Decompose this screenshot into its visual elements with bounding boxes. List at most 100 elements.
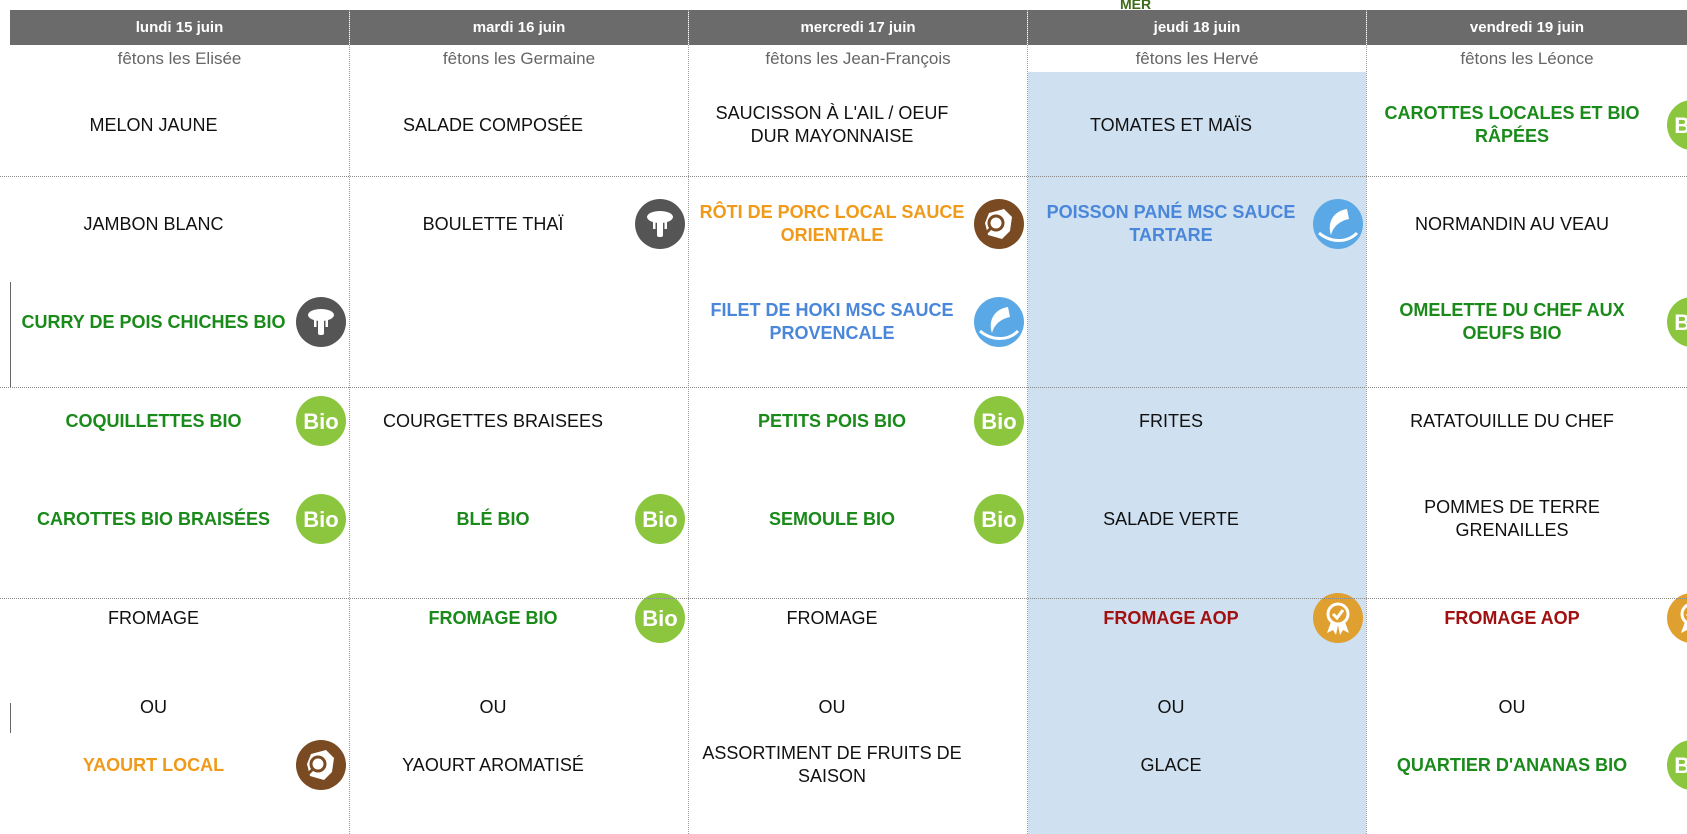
day-menu: CAROTTES LOCALES ET BIO RÂPÉES Bio NORMAN… [1367,72,1687,834]
saint-of-day: fêtons les Hervé [1028,45,1366,72]
section-divider [0,598,1687,599]
svg-text:Bio: Bio [303,409,338,434]
local-france-icon [974,199,1024,249]
menu-slot: BLÉ BIO Bio [350,466,688,572]
section-divider [0,176,1687,177]
aop-medal-icon [1667,593,1687,643]
menu-item: MELON JAUNE [89,114,218,135]
svg-text:Bio: Bio [981,507,1016,532]
menu-item: GLACE [1140,754,1202,775]
menu-item: NORMANDIN AU VEAU [1414,213,1610,234]
svg-text:Bio: Bio [1674,113,1687,138]
menu-slot: ASSORTIMENT DE FRUITS DE SAISON [689,712,1027,818]
menu-slot: JAMBON BLANC [10,171,349,277]
msc-fish-icon [974,297,1024,347]
bio-icon: Bio [635,494,685,544]
menu-slot: FROMAGE [10,565,349,671]
menu-slot: RÔTI DE PORC LOCAL SAUCE ORIENTALE [689,171,1027,277]
day-header: lundi 15 juin [10,10,349,45]
menu-item: QUARTIER D'ANANAS BIO [1396,754,1628,775]
day-column-tuesday: mardi 16 juin fêtons les Germaine SALADE… [349,10,688,834]
aop-medal-icon [1313,593,1363,643]
bio-icon: Bio [296,494,346,544]
menu-slot: CAROTTES BIO BRAISÉES Bio [10,466,349,572]
day-header: jeudi 18 juin [1028,10,1366,45]
bio-icon: Bio [1667,740,1687,790]
section-divider [0,387,1687,388]
menu-slot: SAUCISSON À L'AIL / OEUF DUR MAYONNAISE [689,72,1027,178]
menu-item: JAMBON BLANC [83,213,224,234]
menu-slot: COQUILLETTES BIO Bio [10,368,349,474]
bio-icon: Bio [974,396,1024,446]
veggie-icon [296,297,346,347]
svg-text:Bio: Bio [1674,310,1687,335]
divider [10,703,11,733]
menu-slot: FROMAGE AOP [1028,565,1366,671]
menu-slot: FROMAGE BIO Bio [350,565,688,671]
menu-item: FROMAGE [107,607,199,628]
day-header: mardi 16 juin [350,10,688,45]
bio-icon: Bio [296,396,346,446]
bio-icon: Bio [1667,297,1687,347]
saint-of-day: fêtons les Jean-François [689,45,1027,72]
menu-slot [1028,269,1366,375]
day-column-monday: lundi 15 juin fêtons les Elisée MELON JA… [10,10,349,834]
menu-slot: POISSON PANÉ MSC SAUCE TARTARE [1028,171,1366,277]
menu-slot: SEMOULE BIO Bio [689,466,1027,572]
menu-slot: NORMANDIN AU VEAU [1367,171,1687,277]
menu-slot: COURGETTES BRAISEES [350,368,688,474]
menu-item: RATATOUILLE DU CHEF [1410,410,1614,431]
menu-item: FROMAGE AOP [1444,607,1580,628]
menu-item: COURGETTES BRAISEES [382,410,604,431]
menu-item: FROMAGE [786,607,878,628]
menu-slot: PETITS POIS BIO Bio [689,368,1027,474]
menu-item: POMMES DE TERRE GRENAILLES [1424,497,1600,540]
bio-icon: Bio [1667,100,1687,150]
menu-slot: OMELETTE DU CHEF AUX OEUFS BIO Bio [1367,269,1687,375]
svg-text:Bio: Bio [642,507,677,532]
menu-slot: FROMAGE [689,565,1027,671]
svg-text:Bio: Bio [642,606,677,631]
menu-slot: YAOURT LOCAL [10,712,349,818]
menu-item: CAROTTES LOCALES ET BIO RÂPÉES [1384,103,1640,146]
svg-text:Bio: Bio [981,409,1016,434]
menu-item: TOMATES ET MAÏS [1089,114,1253,135]
menu-slot: GLACE [1028,712,1366,818]
day-menu: MELON JAUNE JAMBON BLANC CURRY DE POIS CHI… [10,72,349,834]
local-france-icon [296,740,346,790]
day-column-friday: vendredi 19 juin fêtons les Léonce CAROT… [1366,10,1687,834]
divider [10,282,11,387]
menu-item: OMELETTE DU CHEF AUX OEUFS BIO [1399,300,1625,343]
menu-slot: POMMES DE TERRE GRENAILLES [1367,466,1687,572]
veggie-icon [635,199,685,249]
saint-of-day: fêtons les Léonce [1367,45,1687,72]
menu-slot: YAOURT AROMATISÉ [350,712,688,818]
menu-item: SAUCISSON À L'AIL / OEUF DUR MAYONNAISE [715,103,949,146]
day-column-wednesday: mercredi 17 juin fêtons les Jean-Françoi… [688,10,1027,834]
menu-slot: SALADE COMPOSÉE [350,72,688,178]
menu-item: SALADE COMPOSÉE [402,114,584,135]
svg-text:Bio: Bio [1674,753,1687,778]
menu-slot: FROMAGE AOP [1367,565,1687,671]
menu-slot: FRITES [1028,368,1366,474]
menu-item: YAOURT AROMATISÉ [402,754,584,775]
day-menu: TOMATES ET MAÏS POISSON PANÉ MSC SAUCE TA… [1028,72,1366,834]
menu-slot: RATATOUILLE DU CHEF [1367,368,1687,474]
menu-item: SALADE VERTE [1103,508,1239,529]
menu-slot: BOULETTE THAÏ [350,171,688,277]
menu-slot: SALADE VERTE [1028,466,1366,572]
menu-slot: CURRY DE POIS CHICHES BIO [10,269,349,375]
saint-of-day: fêtons les Germaine [350,45,688,72]
svg-text:Bio: Bio [303,507,338,532]
day-column-thursday: jeudi 18 juin fêtons les Hervé TOMATES E… [1027,10,1366,834]
msc-fish-icon [1313,199,1363,249]
menu-slot: FILET DE HOKI MSC SAUCE PROVENCALE [689,269,1027,375]
menu-item: ASSORTIMENT DE FRUITS DE SAISON [702,743,962,786]
bio-icon: Bio [635,593,685,643]
day-header: vendredi 19 juin [1367,10,1687,45]
menu-slot: QUARTIER D'ANANAS BIO Bio [1367,712,1687,818]
menu-slot [350,269,688,375]
menu-slot: MELON JAUNE [10,72,349,178]
day-header: mercredi 17 juin [689,10,1027,45]
menu-slot: CAROTTES LOCALES ET BIO RÂPÉES Bio [1367,72,1687,178]
